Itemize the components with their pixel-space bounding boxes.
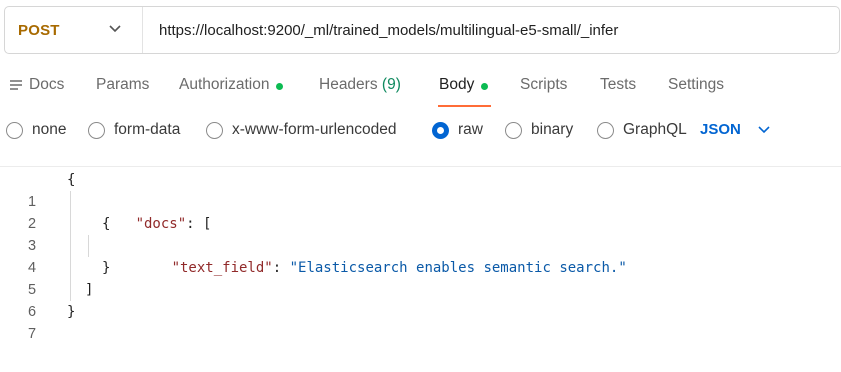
body-type-form-data-label: form-data [114,121,181,138]
tab-settings-label: Settings [668,76,725,93]
code-text: { [102,216,111,232]
chevron-down-icon [109,25,121,33]
format-select[interactable]: JSON [700,121,771,138]
headers-count: (9) [381,76,401,93]
tab-authorization[interactable]: Authorization [179,76,284,106]
tab-headers-label: Headers [319,76,378,93]
code-line: 1 { [0,169,841,210]
body-status-dot [481,83,489,90]
body-type-none-label: none [32,121,67,138]
code-line: 2 "docs": [ [0,191,841,232]
tab-headers[interactable]: Headers (9) [319,76,401,106]
tab-docs-label: Docs [29,76,65,93]
tab-params-label: Params [96,76,150,93]
method-label: POST [18,21,60,39]
tab-scripts[interactable]: Scripts [520,76,567,106]
tab-tests[interactable]: Tests [600,76,636,106]
body-type-none[interactable]: none [6,121,66,139]
method-select[interactable]: POST [5,7,143,53]
tab-settings[interactable]: Settings [668,76,724,106]
body-type-graphql-label: GraphQL [623,121,687,138]
code-line: 3 { [0,213,841,254]
format-label: JSON [700,121,741,138]
url-input[interactable]: https://localhost:9200/_ml/trained_model… [143,22,618,39]
body-type-urlencoded[interactable]: x-www-form-urlencoded [206,121,397,139]
request-url-bar: POST https://localhost:9200/_ml/trained_… [4,6,840,54]
tab-docs[interactable]: Docs [9,76,64,106]
code-text: ] [85,282,94,298]
radio-binary[interactable] [505,121,522,139]
body-type-urlencoded-label: x-www-form-urlencoded [232,121,397,138]
body-type-binary-label: binary [531,121,574,138]
body-type-form-data[interactable]: form-data [88,121,180,139]
code-text: } [102,260,111,276]
body-type-options: none form-data x-www-form-urlencoded raw… [0,116,841,148]
divider [0,166,841,167]
body-type-raw[interactable]: raw [432,121,483,139]
radio-form-data[interactable] [88,121,105,139]
code-text: } [67,304,76,320]
code-editor[interactable]: 1 { 2 "docs": [ 3 { 4 "text_field": "Ela… [0,169,841,342]
tab-authorization-label: Authorization [179,76,270,93]
tab-params[interactable]: Params [96,76,149,106]
tab-body[interactable]: Body [439,76,489,106]
docs-icon [10,80,22,90]
radio-urlencoded[interactable] [206,121,223,139]
tab-body-label: Body [439,76,475,93]
radio-none[interactable] [6,121,23,139]
code-line: 5 } [0,257,841,298]
active-tab-indicator [438,105,491,107]
authorization-status-dot [276,83,284,90]
chevron-down-icon [758,125,770,133]
body-type-graphql[interactable]: GraphQL [597,121,687,139]
body-type-raw-label: raw [458,121,483,138]
body-type-binary[interactable]: binary [505,121,573,139]
request-tabs: Docs Params Authorization Headers (9) Bo… [0,70,841,110]
code-text: { [67,172,76,188]
line-number: 7 [28,326,37,342]
radio-graphql[interactable] [597,121,614,139]
tab-tests-label: Tests [600,76,637,93]
code-line: 7 } [0,301,841,342]
tab-scripts-label: Scripts [520,76,568,93]
radio-raw[interactable] [432,121,449,139]
code-line: 6 ] [0,279,841,320]
code-line: 4 "text_field": "Elasticsearch enables s… [0,235,841,276]
